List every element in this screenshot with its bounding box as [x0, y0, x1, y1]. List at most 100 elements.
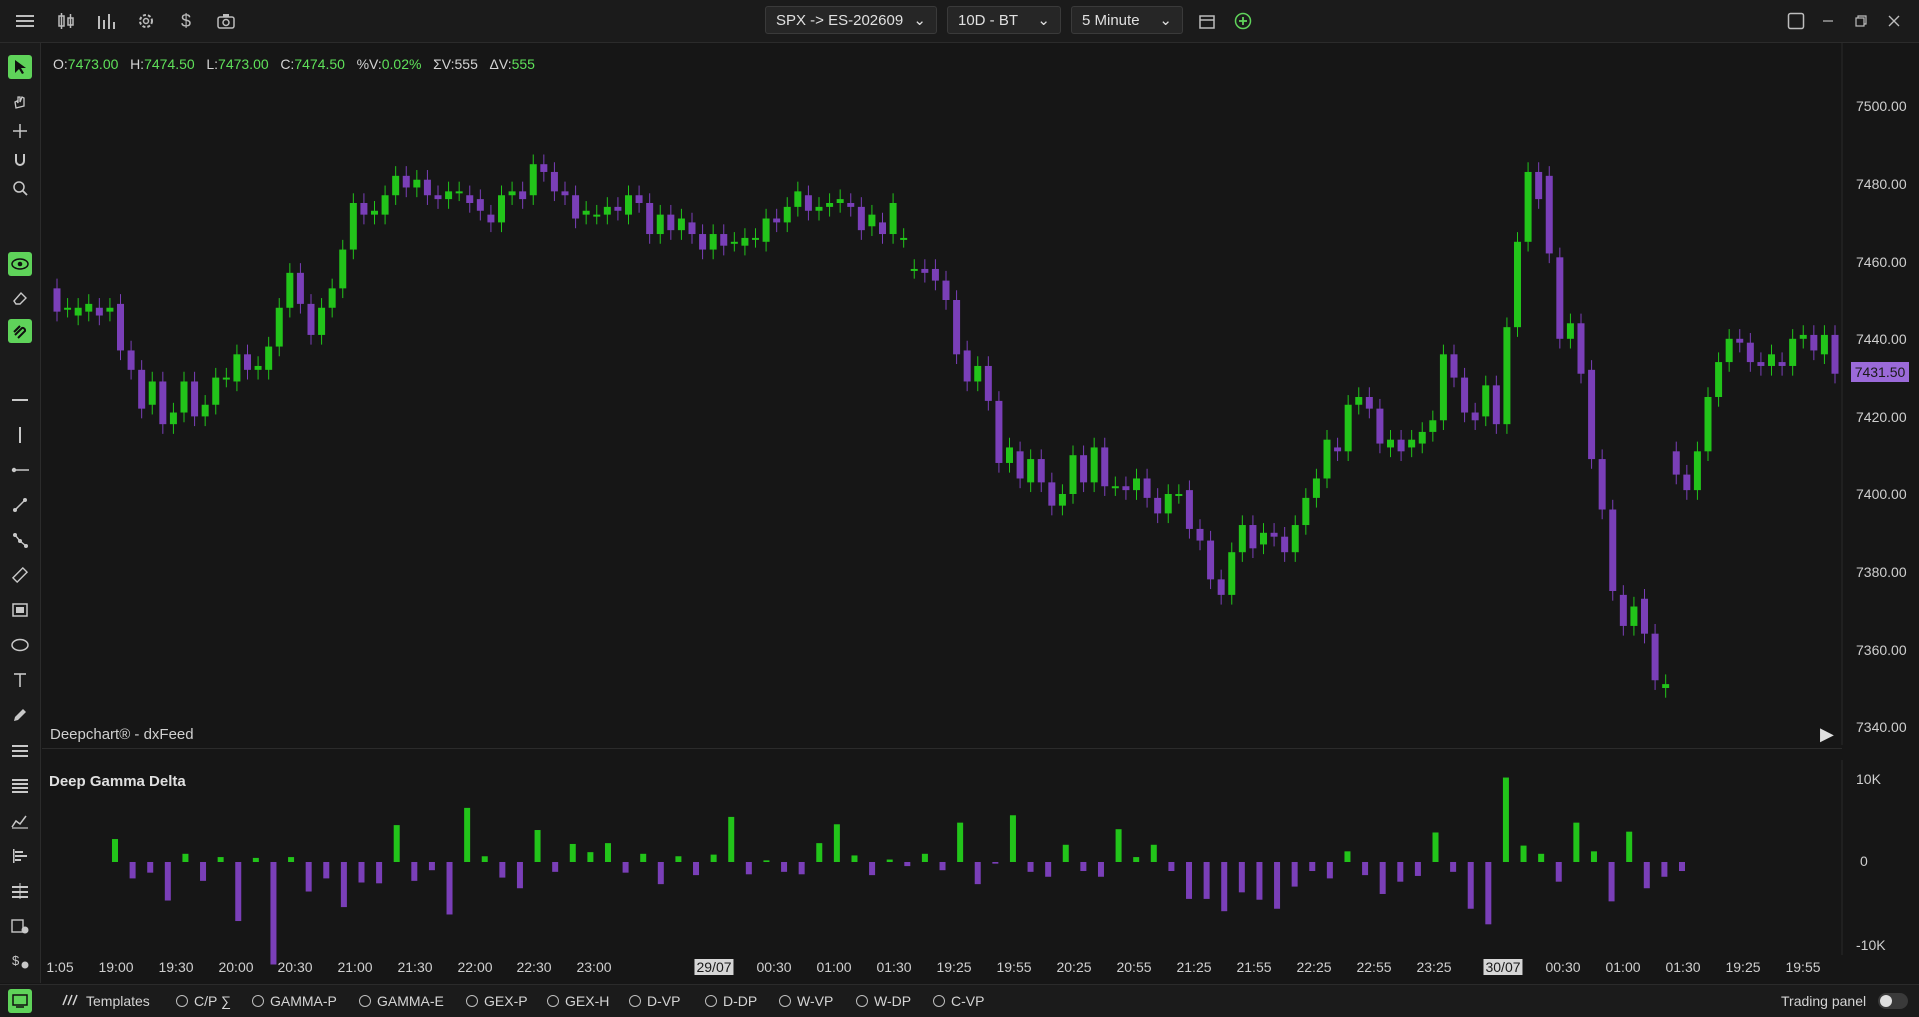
delta-bar — [1362, 862, 1369, 876]
path-icon[interactable] — [8, 528, 32, 552]
close-icon[interactable] — [1882, 9, 1906, 33]
time-tick: 01:30 — [876, 959, 912, 975]
interval-select[interactable]: 5 Minute ⌄ — [1071, 6, 1183, 34]
time-tick: 00:30 — [1545, 959, 1581, 975]
magnet-lock-icon[interactable] — [8, 319, 32, 343]
indicator-toggle[interactable]: GEX-H — [547, 993, 609, 1009]
layout-icon[interactable] — [1784, 9, 1808, 33]
camera-icon[interactable] — [214, 9, 238, 33]
cursor-icon[interactable] — [8, 55, 32, 79]
price-chart[interactable] — [0, 0, 1919, 1016]
dom-icon[interactable] — [8, 879, 32, 903]
delta-bar — [728, 816, 735, 862]
indicator-icon[interactable] — [8, 809, 32, 833]
price-axis[interactable]: 7500.00 7480.00 7460.00 7440.00 7420.00 … — [1842, 43, 1919, 745]
delta-bar — [869, 862, 876, 876]
ray-icon[interactable] — [8, 458, 32, 482]
candle-body — [1323, 439, 1331, 479]
indicator-toggle[interactable]: W-DP — [856, 993, 911, 1009]
symbol-select[interactable]: SPX -> ES-202609 ⌄ — [765, 6, 937, 34]
candle-body — [1503, 327, 1511, 425]
menu-icon[interactable] — [13, 9, 37, 33]
indicator-label: C/P ∑ — [194, 993, 231, 1009]
text-icon[interactable] — [8, 668, 32, 692]
pane-divider[interactable] — [42, 748, 1842, 749]
pencil-icon[interactable] — [8, 703, 32, 727]
indicator-toggle[interactable]: D-DP — [705, 993, 757, 1009]
play-icon[interactable]: ▶ — [1820, 724, 1834, 745]
ruler-icon[interactable] — [8, 563, 32, 587]
indicator-toggle[interactable]: GAMMA-E — [359, 993, 444, 1009]
delta-bar — [1414, 862, 1421, 876]
indicator-toggle[interactable]: C/P ∑ — [176, 993, 231, 1009]
dollar-settings-icon[interactable]: $ — [8, 949, 32, 973]
zoom-icon[interactable] — [8, 176, 32, 200]
minimize-icon[interactable] — [1816, 9, 1840, 33]
monitor-icon[interactable] — [8, 989, 32, 1013]
time-tick: 20:25 — [1056, 959, 1092, 975]
templates-button[interactable]: Templates — [60, 993, 150, 1009]
bars-icon[interactable] — [94, 9, 118, 33]
indicator-toggle[interactable]: GAMMA-P — [252, 993, 337, 1009]
layers-icon[interactable] — [8, 774, 32, 798]
candle-body — [1471, 412, 1479, 421]
range-select[interactable]: 10D - BT ⌄ — [947, 6, 1061, 34]
candle-body — [931, 268, 939, 281]
candle-series — [53, 154, 1839, 698]
candle-body — [603, 206, 611, 215]
trendline-icon[interactable] — [8, 493, 32, 517]
delta-bar — [393, 825, 400, 862]
candle-body — [1619, 594, 1627, 626]
time-axis[interactable]: 1:05 19:00 19:30 20:00 20:30 21:00 21:30… — [42, 955, 1842, 979]
price-tick: 7500.00 — [1856, 98, 1907, 114]
restore-icon[interactable] — [1849, 9, 1873, 33]
candle-body — [699, 234, 707, 250]
candle-body — [550, 171, 558, 192]
crosshair-icon[interactable] — [8, 119, 32, 143]
ellipse-icon[interactable] — [8, 633, 32, 657]
vertical-line-icon[interactable] — [8, 423, 32, 447]
delta-bar — [622, 862, 629, 873]
candle-body — [1789, 338, 1797, 366]
candle-body — [296, 272, 304, 304]
eye-icon[interactable] — [8, 252, 32, 276]
delta-bar — [552, 862, 559, 872]
indicator-toggle[interactable]: D-VP — [629, 993, 680, 1009]
candle-body — [265, 346, 273, 370]
trading-panel-toggle[interactable] — [1878, 993, 1908, 1009]
time-tick: 01:00 — [816, 959, 852, 975]
volume-profile-icon[interactable] — [8, 844, 32, 868]
indicator-toggle[interactable]: W-VP — [779, 993, 833, 1009]
candles-icon[interactable] — [54, 9, 78, 33]
dollar-icon[interactable]: $ — [174, 9, 198, 33]
time-tick: 20:00 — [218, 959, 254, 975]
rectangle-icon[interactable] — [8, 598, 32, 622]
delta-bar — [921, 853, 928, 862]
horizontal-line-icon[interactable] — [8, 388, 32, 412]
delta-bar — [305, 862, 312, 892]
candle-body — [1630, 606, 1638, 626]
symbol-value: SPX -> ES-202609 — [776, 11, 904, 29]
gear-icon[interactable] — [134, 9, 158, 33]
delta-bar — [939, 862, 946, 871]
add-icon[interactable] — [1231, 9, 1255, 33]
delta-bar — [270, 862, 277, 965]
list-icon[interactable] — [8, 739, 32, 763]
top-toolbar: $ SPX -> ES-202609 ⌄ 10D - BT ⌄ 5 Minute… — [0, 0, 1919, 43]
hand-icon[interactable] — [8, 90, 32, 114]
delta-bar — [217, 857, 224, 862]
calendar-icon[interactable] — [1195, 9, 1219, 33]
delta-bar — [1502, 777, 1509, 862]
candle-body — [307, 303, 315, 335]
candle-body — [582, 210, 590, 215]
magnet-icon[interactable] — [8, 148, 32, 172]
delta-bar — [182, 853, 189, 862]
time-tick: 20:30 — [277, 959, 313, 975]
indicator-toggle[interactable]: GEX-P — [466, 993, 528, 1009]
strategy-icon[interactable] — [8, 914, 32, 938]
candle-body — [995, 400, 1003, 463]
indicator-axis-tick: 10K — [1856, 771, 1881, 787]
indicator-toggle[interactable]: C-VP — [933, 993, 984, 1009]
eraser-icon[interactable] — [8, 286, 32, 310]
candle-body — [413, 179, 421, 188]
